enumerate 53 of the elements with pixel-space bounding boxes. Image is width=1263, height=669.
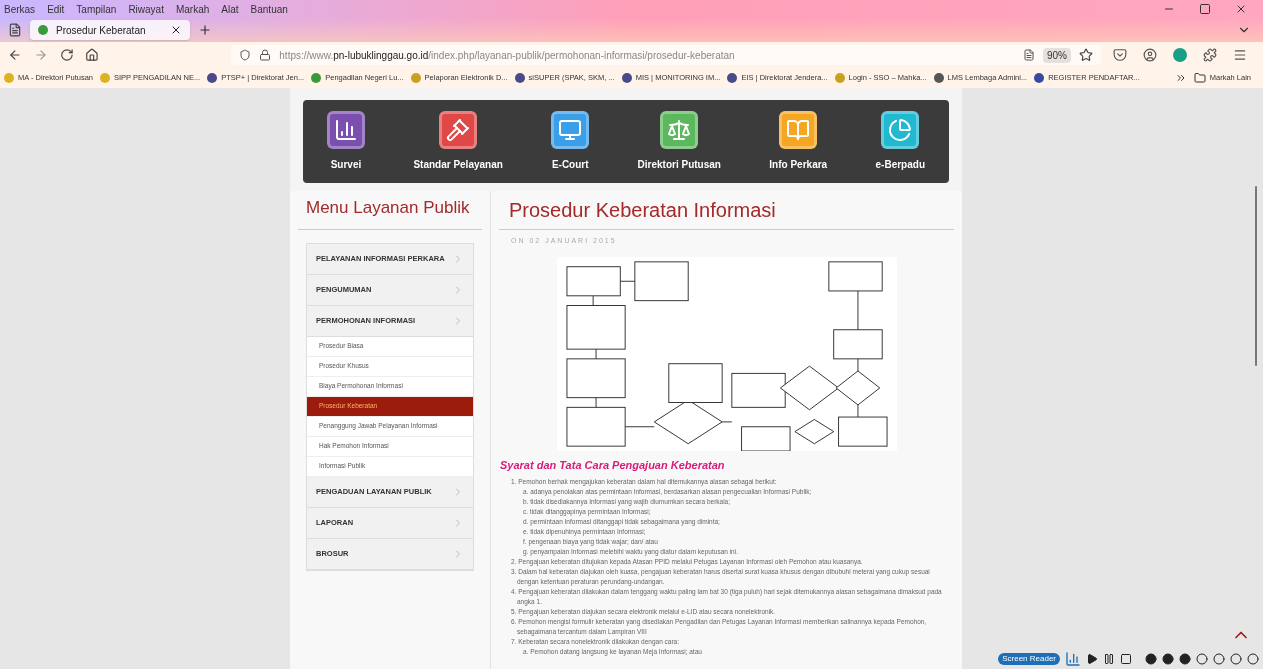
tab-list-icon[interactable] [8,23,22,37]
menu-icon[interactable] [1233,48,1247,62]
extension-icon[interactable] [1173,48,1187,62]
quick-link[interactable]: Survei [327,111,365,172]
lock-icon[interactable] [259,49,272,61]
quick-link[interactable]: Standar Pelayanan [413,111,503,172]
folder-icon [1193,72,1206,84]
close-icon[interactable] [1235,3,1247,15]
stop-icon[interactable] [1120,653,1132,665]
maximize-icon[interactable] [1199,3,1211,15]
bookmark-star-icon[interactable] [1079,48,1093,62]
menu-item[interactable]: Edit [47,1,65,17]
reload-icon[interactable] [59,48,74,62]
menu-item[interactable]: Bantuan [250,1,288,17]
menu-item[interactable]: Markah [175,1,210,17]
pause-icon[interactable] [1103,653,1115,665]
browser-tab[interactable]: Prosedur Keberatan [30,20,190,40]
address-bar[interactable]: https://www.pn-lubuklinggau.go.id/index.php/layanan-publik/permohonan-informasi/prosedur-keberatan 90% [231,45,1101,65]
shield-icon[interactable] [239,49,252,61]
play-icon[interactable] [1086,653,1098,665]
reader-view-icon[interactable] [1022,49,1035,61]
account-icon[interactable] [1143,48,1157,62]
puzzle-icon[interactable] [1203,48,1217,62]
close-tab-icon[interactable] [170,24,182,36]
volume-bars-icon[interactable] [1065,651,1081,667]
pocket-icon[interactable] [1113,48,1127,62]
article-title: Prosedur Keberatan Informasi [499,191,954,230]
scrollbar-thumb[interactable] [1255,186,1257,366]
zoom-level[interactable]: 90% [1042,47,1071,63]
home-icon[interactable] [85,48,100,62]
menu-item[interactable]: Tampilan [76,1,117,17]
forward-icon[interactable] [33,48,48,62]
monitor-icon [558,118,583,142]
menu-item[interactable]: Riwayat [128,1,164,17]
bar-chart-icon [334,118,358,142]
back-icon[interactable] [8,48,22,62]
quick-link[interactable]: Info Perkara [769,111,828,172]
menu-item[interactable]: Alat [221,1,239,17]
pie-chart-icon [888,118,913,142]
book-icon [786,118,811,142]
gavel-icon [446,118,471,142]
menu-item[interactable]: Berkas [4,1,36,17]
section-title: Syarat dan Tata Cara Pengajuan Keberatan [499,457,726,473]
screen-reader-logo[interactable]: Screen Reader [998,653,1060,665]
quick-link[interactable]: E-Court [551,111,590,172]
sidebar-title: Menu Layanan Publik [298,195,482,230]
url-text: https://www.pn-lubuklinggau.go.id/index.php/layanan-publik/permohonan-informasi/prosedur-keberatan [279,48,735,63]
new-tab-icon[interactable] [198,23,212,37]
quick-link[interactable]: e-Berpadu [875,111,925,172]
scale-icon [667,118,692,142]
more-bookmarks-icon[interactable] [1174,72,1187,84]
quick-link[interactable]: Direktori Putusan [637,111,721,172]
site-favicon-icon [38,25,48,35]
